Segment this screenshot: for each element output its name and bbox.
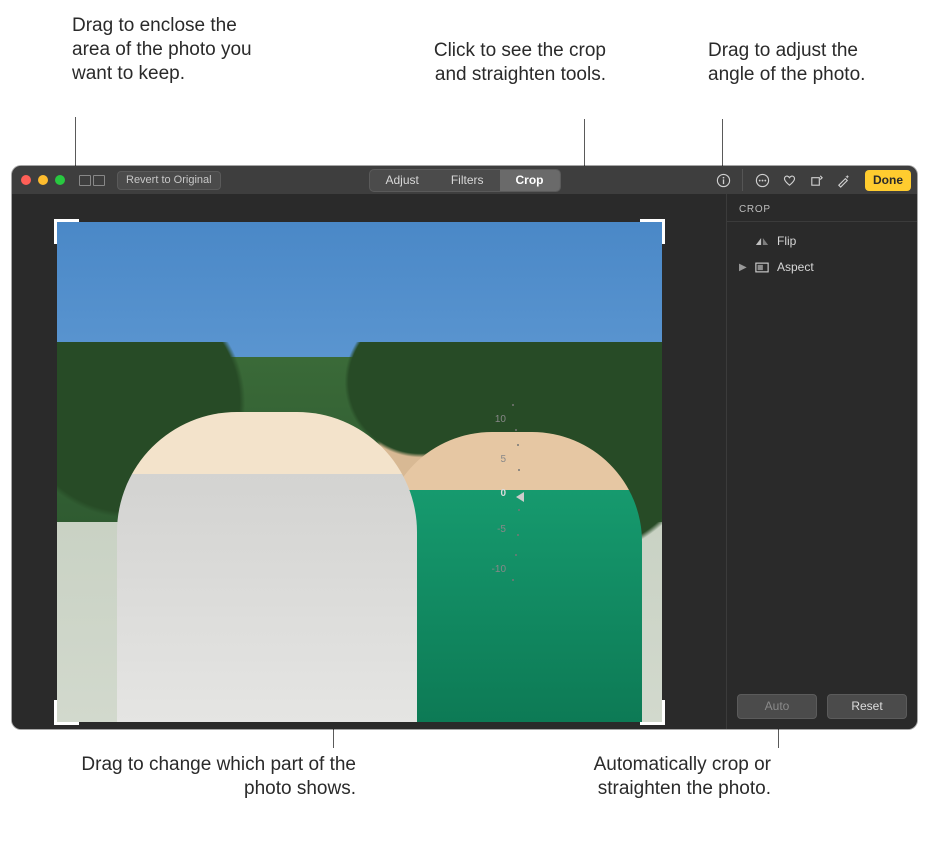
canvas-area: 10 5 0 -5 -10 bbox=[12, 194, 726, 729]
zoom-window-button[interactable] bbox=[55, 175, 65, 185]
callout-line bbox=[584, 119, 585, 167]
straighten-angle-dial[interactable]: 10 5 0 -5 -10 bbox=[464, 394, 524, 594]
window-traffic-lights bbox=[21, 175, 65, 185]
callout-crop-area: Drag to enclose the area of the photo yo… bbox=[72, 14, 272, 86]
aspect-icon bbox=[755, 261, 769, 273]
flip-row[interactable]: Flip bbox=[727, 228, 917, 254]
callout-angle-dial: Drag to adjust the angle of the photo. bbox=[708, 39, 898, 87]
minimize-window-button[interactable] bbox=[38, 175, 48, 185]
tab-crop[interactable]: Crop bbox=[500, 170, 560, 191]
callout-crop-tab: Click to see the crop and straighten too… bbox=[406, 39, 606, 87]
angle-tick-zero: 0 bbox=[500, 488, 506, 499]
auto-crop-button[interactable]: Auto bbox=[737, 694, 817, 719]
callout-drag-photo: Drag to change which part of the photo s… bbox=[79, 753, 356, 801]
angle-tick: 10 bbox=[495, 414, 506, 425]
angle-tick: -10 bbox=[492, 564, 506, 575]
tab-adjust[interactable]: Adjust bbox=[369, 170, 434, 191]
angle-pointer-icon bbox=[516, 492, 524, 502]
close-window-button[interactable] bbox=[21, 175, 31, 185]
flip-icon bbox=[755, 235, 769, 247]
auto-enhance-icon[interactable] bbox=[835, 172, 851, 188]
callout-auto: Automatically crop or straighten the pho… bbox=[523, 753, 771, 801]
photos-edit-window: Revert to Original Adjust Filters Crop bbox=[12, 166, 917, 729]
tab-filters[interactable]: Filters bbox=[435, 170, 500, 191]
crop-side-panel: CROP Flip ▶ Aspect bbox=[726, 194, 917, 729]
favorite-heart-icon[interactable] bbox=[781, 172, 797, 188]
aspect-label: Aspect bbox=[777, 260, 814, 274]
crop-handle-top-left[interactable] bbox=[54, 219, 79, 244]
chevron-right-icon: ▶ bbox=[739, 262, 747, 273]
toolbar-separator bbox=[742, 169, 743, 191]
crop-handle-bottom-right[interactable] bbox=[640, 700, 665, 725]
view-mode-icon bbox=[79, 175, 91, 186]
view-mode-toggles[interactable] bbox=[79, 175, 105, 186]
aspect-row[interactable]: ▶ Aspect bbox=[727, 254, 917, 280]
angle-tick: 5 bbox=[500, 454, 506, 465]
titlebar: Revert to Original Adjust Filters Crop bbox=[12, 166, 917, 194]
photo-content bbox=[117, 412, 417, 722]
revert-to-original-button[interactable]: Revert to Original bbox=[117, 171, 221, 190]
crop-handle-bottom-left[interactable] bbox=[54, 700, 79, 725]
done-button[interactable]: Done bbox=[865, 170, 911, 191]
reset-crop-button[interactable]: Reset bbox=[827, 694, 907, 719]
more-icon[interactable] bbox=[754, 172, 770, 188]
photo-crop-frame[interactable] bbox=[57, 222, 662, 722]
angle-tick: -5 bbox=[497, 524, 506, 535]
info-icon[interactable] bbox=[715, 172, 731, 188]
edit-mode-tabs: Adjust Filters Crop bbox=[368, 169, 560, 192]
rotate-icon[interactable] bbox=[808, 172, 824, 188]
flip-label: Flip bbox=[777, 234, 796, 248]
panel-title: CROP bbox=[727, 194, 917, 222]
view-mode-icon bbox=[93, 175, 105, 186]
crop-handle-top-right[interactable] bbox=[640, 219, 665, 244]
